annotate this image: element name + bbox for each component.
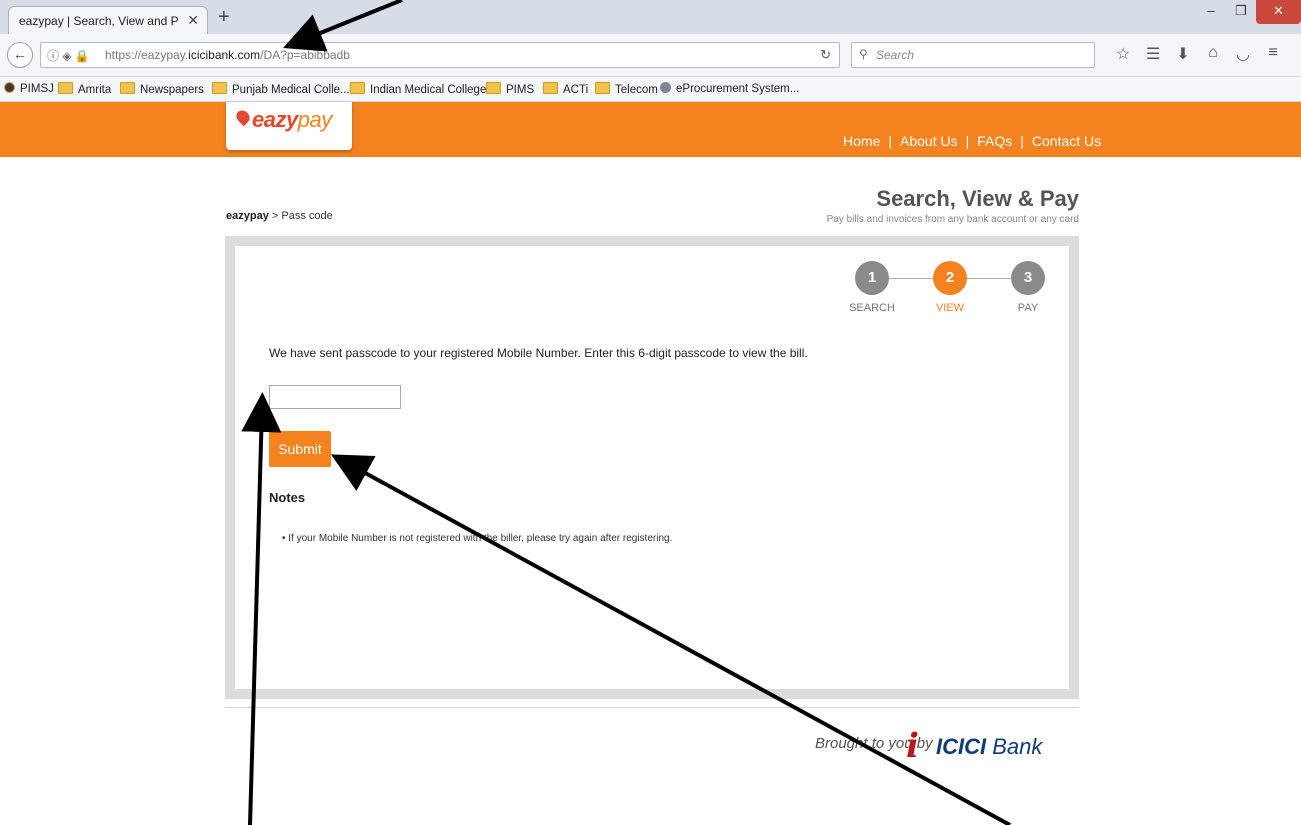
url-prefix: https://eazypay.: [105, 48, 189, 62]
back-arrow-icon[interactable]: ←: [7, 42, 33, 68]
bookmark-item[interactable]: eProcurement System...: [660, 82, 799, 95]
step-3-label: PAY: [1017, 302, 1039, 314]
menu-icon[interactable]: ≡: [1258, 44, 1288, 64]
close-tab-icon[interactable]: ✕: [187, 12, 199, 29]
bookmark-label: Indian Medical Colleges: [370, 84, 493, 96]
home-icon[interactable]: ⌂: [1198, 44, 1228, 64]
site-header: [0, 102, 1301, 157]
search-placeholder: Search: [876, 48, 915, 62]
bookmark-label: eProcurement System...: [676, 83, 800, 95]
bookmark-label: Punjab Medical Colle...: [232, 84, 350, 96]
pocket-icon[interactable]: ◡: [1228, 44, 1258, 64]
bookmark-label: Telecom: [615, 84, 658, 96]
site-nav: Home | About Us | FAQs | Contact Us: [843, 133, 1101, 149]
bookmark-item[interactable]: Newspapers: [120, 82, 204, 96]
nav-home[interactable]: Home: [843, 133, 880, 149]
bookmark-label: ACTi: [563, 84, 589, 96]
minimize-icon[interactable]: –: [1196, 0, 1226, 24]
reload-icon[interactable]: ↻: [820, 47, 831, 63]
bookmark-star-icon[interactable]: ☆: [1108, 44, 1138, 64]
site-info-icons[interactable]: ⓘ ◈ 🔒: [47, 47, 90, 64]
notes-title: Notes: [269, 490, 306, 505]
new-tab-button[interactable]: +: [218, 6, 230, 29]
passcode-message: We have sent passcode to your registered…: [269, 346, 808, 360]
step-connector: [967, 278, 1011, 279]
url-bar[interactable]: ⓘ ◈ 🔒 https://eazypay.icicibank.com/DA?p…: [40, 42, 840, 68]
navigation-bar: ← ⓘ ◈ 🔒 https://eazypay.icicibank.com/DA…: [0, 34, 1301, 77]
bookmark-item[interactable]: Telecom: [595, 82, 658, 96]
browser-tab[interactable]: eazypay | Search, View and Pay y ✕: [8, 6, 208, 34]
folder-icon: [350, 82, 365, 94]
folder-icon: [543, 82, 558, 94]
bookmark-label: Newspapers: [140, 84, 204, 96]
bookmark-item[interactable]: Punjab Medical Colle...: [212, 82, 350, 96]
step-connector: [889, 278, 933, 279]
globe-icon: [660, 82, 671, 93]
logo-text: eazypay: [252, 107, 332, 133]
folder-icon: [486, 82, 501, 94]
breadcrumb-root[interactable]: eazypay: [226, 210, 269, 222]
folder-icon: [120, 82, 135, 94]
url-path: /DA?p=abibbadb: [260, 48, 350, 62]
folder-icon: [595, 82, 610, 94]
page-subtitle: Pay bills and invoices from any bank acc…: [826, 214, 1079, 225]
bookmark-label: PIMSJ: [20, 83, 54, 95]
page-title: Search, View & Pay: [876, 186, 1079, 211]
search-icon: ⚲: [859, 47, 868, 61]
window-close-icon[interactable]: ✕: [1256, 0, 1301, 24]
breadcrumb: eazypay > Pass code: [226, 210, 333, 222]
window-controls: – ❐ ✕: [1196, 0, 1301, 26]
tab-bar: eazypay | Search, View and Pay y ✕ + – ❐…: [0, 0, 1301, 34]
nav-separator: |: [888, 133, 892, 149]
url-text: https://eazypay.icicibank.com/DA?p=abibb…: [105, 48, 350, 62]
icici-text: ICICI Bank: [936, 734, 1042, 760]
bookmarks-bar: PIMSJ Amrita Newspapers Punjab Medical C…: [0, 77, 1301, 102]
bookmark-label: Amrita: [78, 84, 112, 96]
step-1-label: SEARCH: [849, 302, 895, 314]
nav-separator: |: [1020, 133, 1024, 149]
step-1-circle: 1: [855, 261, 889, 295]
bookmark-label: PIMS: [506, 84, 535, 96]
submit-button[interactable]: Submit: [269, 431, 331, 467]
passcode-input[interactable]: [269, 385, 401, 409]
reading-list-icon[interactable]: ☰: [1138, 44, 1168, 64]
logo-light: pay: [297, 107, 332, 132]
folder-icon: [58, 82, 73, 94]
tab-title: eazypay | Search, View and Pay y: [19, 14, 179, 28]
step-3-circle: 3: [1011, 261, 1045, 295]
breadcrumb-current: Pass code: [281, 210, 333, 222]
bookmark-item[interactable]: Amrita: [58, 82, 111, 96]
url-domain: icicibank.com: [188, 48, 261, 62]
icici-light: Bank: [986, 734, 1043, 759]
nav-about-us[interactable]: About Us: [900, 133, 958, 149]
lock-icon: 🔒: [74, 49, 90, 63]
nav-separator: |: [965, 133, 970, 149]
bookmark-item[interactable]: PIMSJ: [4, 82, 54, 95]
bookmark-item[interactable]: Indian Medical Colleges: [350, 82, 492, 96]
breadcrumb-separator: >: [271, 210, 279, 222]
progress-steps: 1 2 3 SEARCH VIEW PAY: [849, 261, 1045, 321]
logo-strong: eazy: [252, 107, 298, 132]
icici-strong: ICICI: [936, 734, 987, 759]
nav-contact-us[interactable]: Contact Us: [1032, 133, 1101, 149]
bookmark-item[interactable]: PIMS: [486, 82, 534, 96]
eazypay-logo[interactable]: eazypay: [226, 102, 352, 150]
restore-icon[interactable]: ❐: [1226, 0, 1256, 24]
browser-search-input[interactable]: ⚲ Search: [851, 42, 1095, 68]
footer-divider: [225, 707, 1079, 708]
download-icon[interactable]: ⬇: [1168, 44, 1198, 64]
step-2-circle: 2: [933, 261, 967, 295]
bookmark-item[interactable]: ACTi: [543, 82, 588, 96]
toolbar-icons: ☆ ☰ ⬇ ⌂ ◡ ≡: [1108, 44, 1288, 64]
pimsj-icon: [4, 82, 15, 93]
folder-icon: [212, 82, 227, 94]
note-text: If your Mobile Number is not registered …: [288, 533, 673, 544]
icici-bank-logo: i ICICI Bank: [902, 722, 1044, 766]
icici-mark-icon: i: [906, 726, 919, 766]
step-2-label: VIEW: [935, 302, 965, 314]
note-item: • If your Mobile Number is not registere…: [282, 533, 673, 544]
logo-pin-icon: [233, 107, 253, 127]
nav-faqs[interactable]: FAQs: [977, 133, 1012, 149]
